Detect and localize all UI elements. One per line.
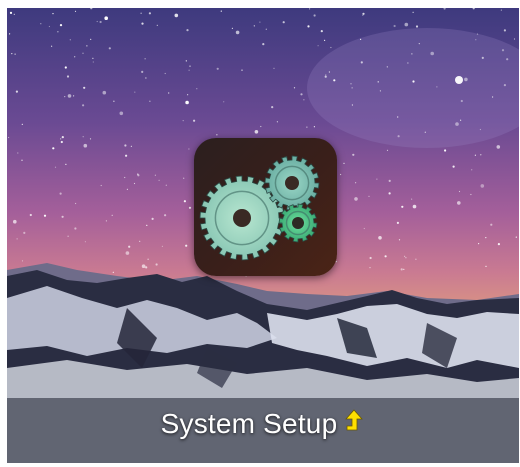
gear-medium xyxy=(264,155,320,211)
gears-icon[interactable] xyxy=(194,138,337,276)
gear-small xyxy=(278,203,318,243)
tile-label: System Setup xyxy=(160,408,338,439)
system-setup-tile[interactable]: System Setup xyxy=(7,8,519,463)
arrow-up-icon xyxy=(343,408,365,436)
tile-label-row: System Setup xyxy=(7,404,519,444)
